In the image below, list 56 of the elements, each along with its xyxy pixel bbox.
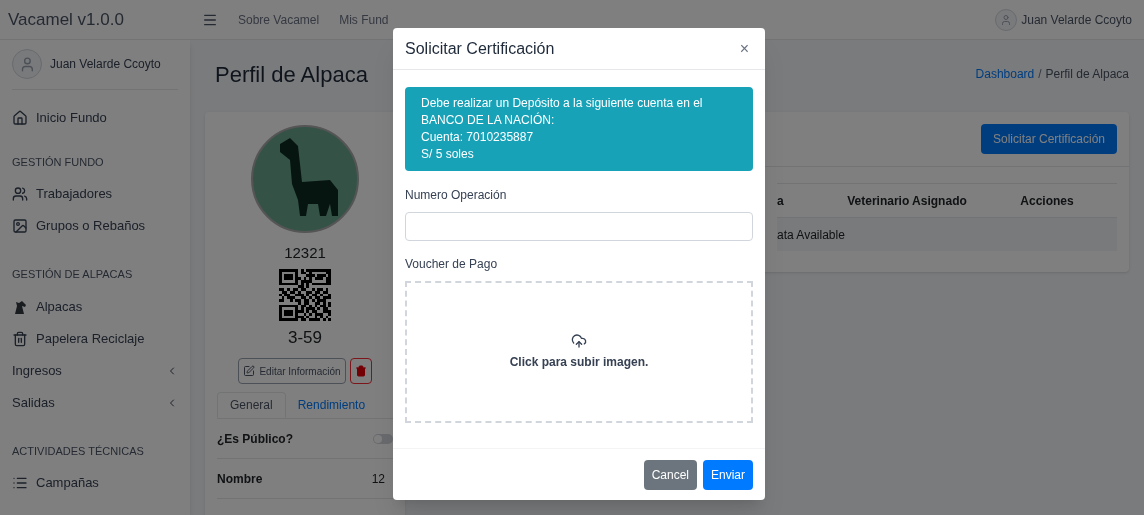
nav-link[interactable]: Sobre Vacamel [238,10,320,29]
horse-head-icon [12,298,28,315]
profile-tab[interactable]: Rendimiento [285,392,378,418]
section-heading: GESTIÓN DE ALPACAS [12,267,134,282]
upload-dropzone[interactable]: Click para subir imagen. [405,281,753,423]
user-name[interactable]: Juan Velarde Ccoyto [50,55,161,74]
trash-icon [12,330,28,347]
operation-number-input[interactable] [405,212,753,241]
cancel-button[interactable]: Cancel [643,459,697,490]
sidebar-item[interactable]: Alpacas [12,290,178,323]
user-menu[interactable]: Juan Velarde Ccoyto [995,8,1144,31]
section-heading: ACTIVIDADES TÉCNICAS [12,443,145,459]
close-button[interactable]: × [735,36,753,61]
avatar-icon [995,8,1018,31]
avatar-icon [12,49,42,80]
sidebar-item[interactable]: Inicio Fundo [12,101,178,134]
info-alert: Debe realizar un Depósito a la siguiente cuenta en el BANCO DE LA NACIÓN: Cuenta: 7010235887 S/ 5 soles [405,87,753,171]
breadcrumb-separator: / [1038,66,1042,83]
section-heading: GESTIÓN FUNDO [12,154,105,170]
breadcrumb-text: Perfil de Alpaca [1045,66,1129,83]
qr-label: 3-59 [288,326,322,349]
users-icon [12,186,28,202]
sidebar-item[interactable]: Grupos o Rebaños [12,210,178,242]
field-label: Nombre [217,470,263,488]
column-header: Veterinario Asignado [846,192,968,210]
profile-tab[interactable]: General [217,392,286,418]
home-icon [12,109,28,126]
edit-button[interactable]: Editar Información [238,358,346,384]
brand-text: Vacamel v1.0.0 [8,9,124,29]
sidebar-item[interactable]: Ingresos [12,354,178,387]
toggle-switch[interactable] [373,433,393,444]
nav-link[interactable]: Mis Fund [339,10,389,29]
trash-icon [354,365,367,377]
modal-title: Solicitar Certificación [405,38,555,59]
list-icon [12,475,28,491]
submit-button[interactable]: Enviar [703,459,753,490]
sidebar-item[interactable]: Papelera Reciclaje [12,322,178,355]
column-header: a [777,192,785,210]
request-certification-button[interactable]: Solicitar Certificación [980,124,1117,154]
field-label: Voucher de Pago [405,256,499,273]
field-label: ¿Es Público? [217,430,293,448]
alpaca-code: 12321 [284,243,326,263]
breadcrumb-link[interactable]: Dashboard [975,65,1035,83]
column-header: Acciones [1019,192,1075,210]
field-value: 12 [371,470,386,488]
cloud-upload-icon [571,333,587,349]
qr-code-icon [279,268,331,321]
sidebar-item[interactable]: Salidas [12,386,178,419]
delete-button[interactable] [349,358,372,384]
edit-icon [243,365,256,377]
field-label: Numero Operación [405,187,508,204]
sidebar-item[interactable]: Trabajadores [12,178,178,210]
empty-table-row: ata Available [777,217,1117,251]
page-title: Perfil de Alpaca [215,60,368,89]
picture-icon [12,218,28,234]
sidebar-item[interactable]: Campañas [12,467,178,499]
